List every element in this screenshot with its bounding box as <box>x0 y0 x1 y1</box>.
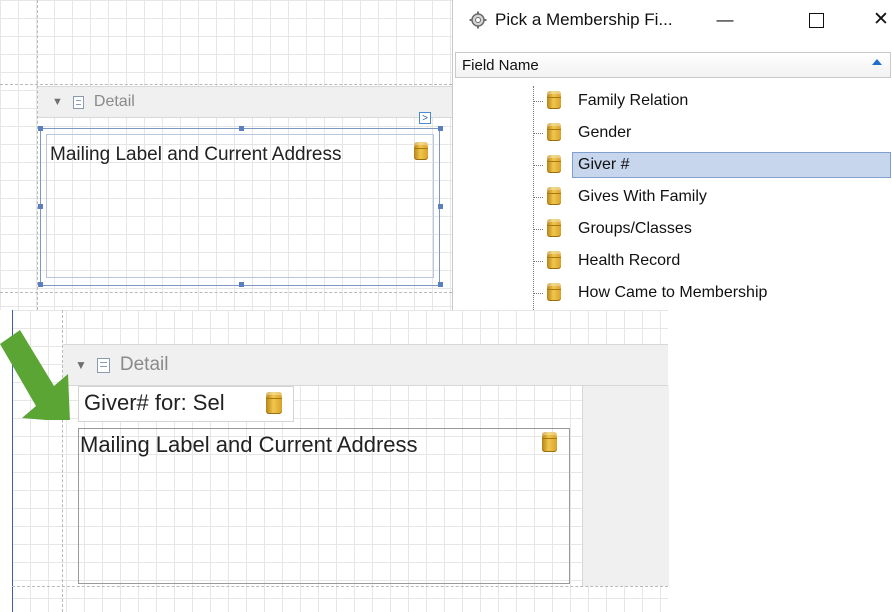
tree-connector <box>533 133 543 134</box>
tree-connector <box>533 261 543 262</box>
database-icon <box>547 155 561 173</box>
minimize-button[interactable]: — <box>705 7 745 33</box>
top-report-designer: ▼ Detail > Mailing Label and Current Add… <box>0 0 452 310</box>
band-label: Detail <box>119 354 169 375</box>
bottom-report-designer: ▼ Detail Giver# for: Sel Mailing Label a… <box>0 310 892 612</box>
tree-item-label: Giver # <box>578 156 630 173</box>
database-icon <box>547 187 561 205</box>
smart-tag-button[interactable]: > <box>419 112 431 124</box>
giver-number-field-text: Giver# for: Sel <box>84 390 225 415</box>
tree-item-label: Gender <box>578 124 632 141</box>
detail-band-header[interactable]: ▼ Detail <box>38 86 452 118</box>
database-icon <box>266 392 282 414</box>
resize-handle-ne[interactable] <box>438 126 443 131</box>
tree-item-gives-with-family[interactable]: Gives With Family <box>453 182 892 212</box>
tree-connector <box>533 165 543 166</box>
tree-item-label: Health Record <box>578 252 681 269</box>
address-field-text: Mailing Label and Current Address <box>80 432 418 457</box>
tree-item-gender[interactable]: Gender <box>453 118 892 148</box>
database-icon <box>547 283 561 301</box>
green-arrow-icon <box>0 330 70 420</box>
tree-item-family-relation[interactable]: Family Relation <box>453 86 892 116</box>
band-guide-top <box>0 84 452 85</box>
tree-item-how-came-to-membership[interactable]: How Came to Membership <box>453 278 892 308</box>
database-icon <box>547 219 561 237</box>
gear-icon <box>469 11 487 29</box>
band-label: Detail <box>93 93 135 110</box>
tree-connector <box>533 101 543 102</box>
database-icon <box>547 123 561 141</box>
maximize-button[interactable] <box>796 7 836 33</box>
tree-item-label: How Came to Membership <box>578 284 768 301</box>
resize-handle-n[interactable] <box>239 126 244 131</box>
tree-connector <box>533 229 543 230</box>
field-name-column-header[interactable]: Field Name <box>455 52 891 78</box>
address-field-text: Mailing Label and Current Address <box>50 144 342 165</box>
pick-membership-field-dialog: Pick a Membership Fi... — ✕ Field Name F… <box>452 0 892 310</box>
document-icon <box>96 357 110 373</box>
tree-item-label: Groups/Classes <box>578 220 692 237</box>
triangle-down-icon[interactable]: ▼ <box>52 96 63 108</box>
database-icon <box>547 91 561 109</box>
close-button[interactable]: ✕ <box>861 7 892 33</box>
tree-item-groups-classes[interactable]: Groups/Classes <box>453 214 892 244</box>
database-icon <box>414 142 428 160</box>
tree-item-label: Family Relation <box>578 92 689 109</box>
resize-handle-s[interactable] <box>239 282 244 287</box>
band-guide-bottom <box>0 292 452 293</box>
database-icon <box>542 432 557 452</box>
tree-connector <box>533 197 543 198</box>
sort-ascending-icon <box>872 59 882 65</box>
maximize-icon <box>808 13 824 28</box>
resize-handle-nw[interactable] <box>38 126 43 131</box>
column-header-label: Field Name <box>462 57 539 74</box>
band-guide-bottom <box>12 586 668 587</box>
margin-guide-vertical <box>37 0 38 310</box>
canvas-gray-area <box>582 386 669 586</box>
document-icon <box>72 95 84 109</box>
resize-handle-w[interactable] <box>38 204 43 209</box>
triangle-down-icon[interactable]: ▼ <box>75 358 87 372</box>
resize-handle-e[interactable] <box>438 204 443 209</box>
resize-handle-se[interactable] <box>438 282 443 287</box>
database-icon <box>547 251 561 269</box>
tree-item-health-record[interactable]: Health Record <box>453 246 892 276</box>
dialog-titlebar[interactable]: Pick a Membership Fi... — ✕ <box>453 0 892 48</box>
tree-item-giver-number[interactable]: Giver # <box>453 150 892 180</box>
tree-item-label: Gives With Family <box>578 188 707 205</box>
resize-handle-sw[interactable] <box>38 282 43 287</box>
tree-connector <box>533 293 543 294</box>
dialog-title: Pick a Membership Fi... <box>495 10 673 29</box>
detail-band-header[interactable]: ▼ Detail <box>63 344 668 386</box>
